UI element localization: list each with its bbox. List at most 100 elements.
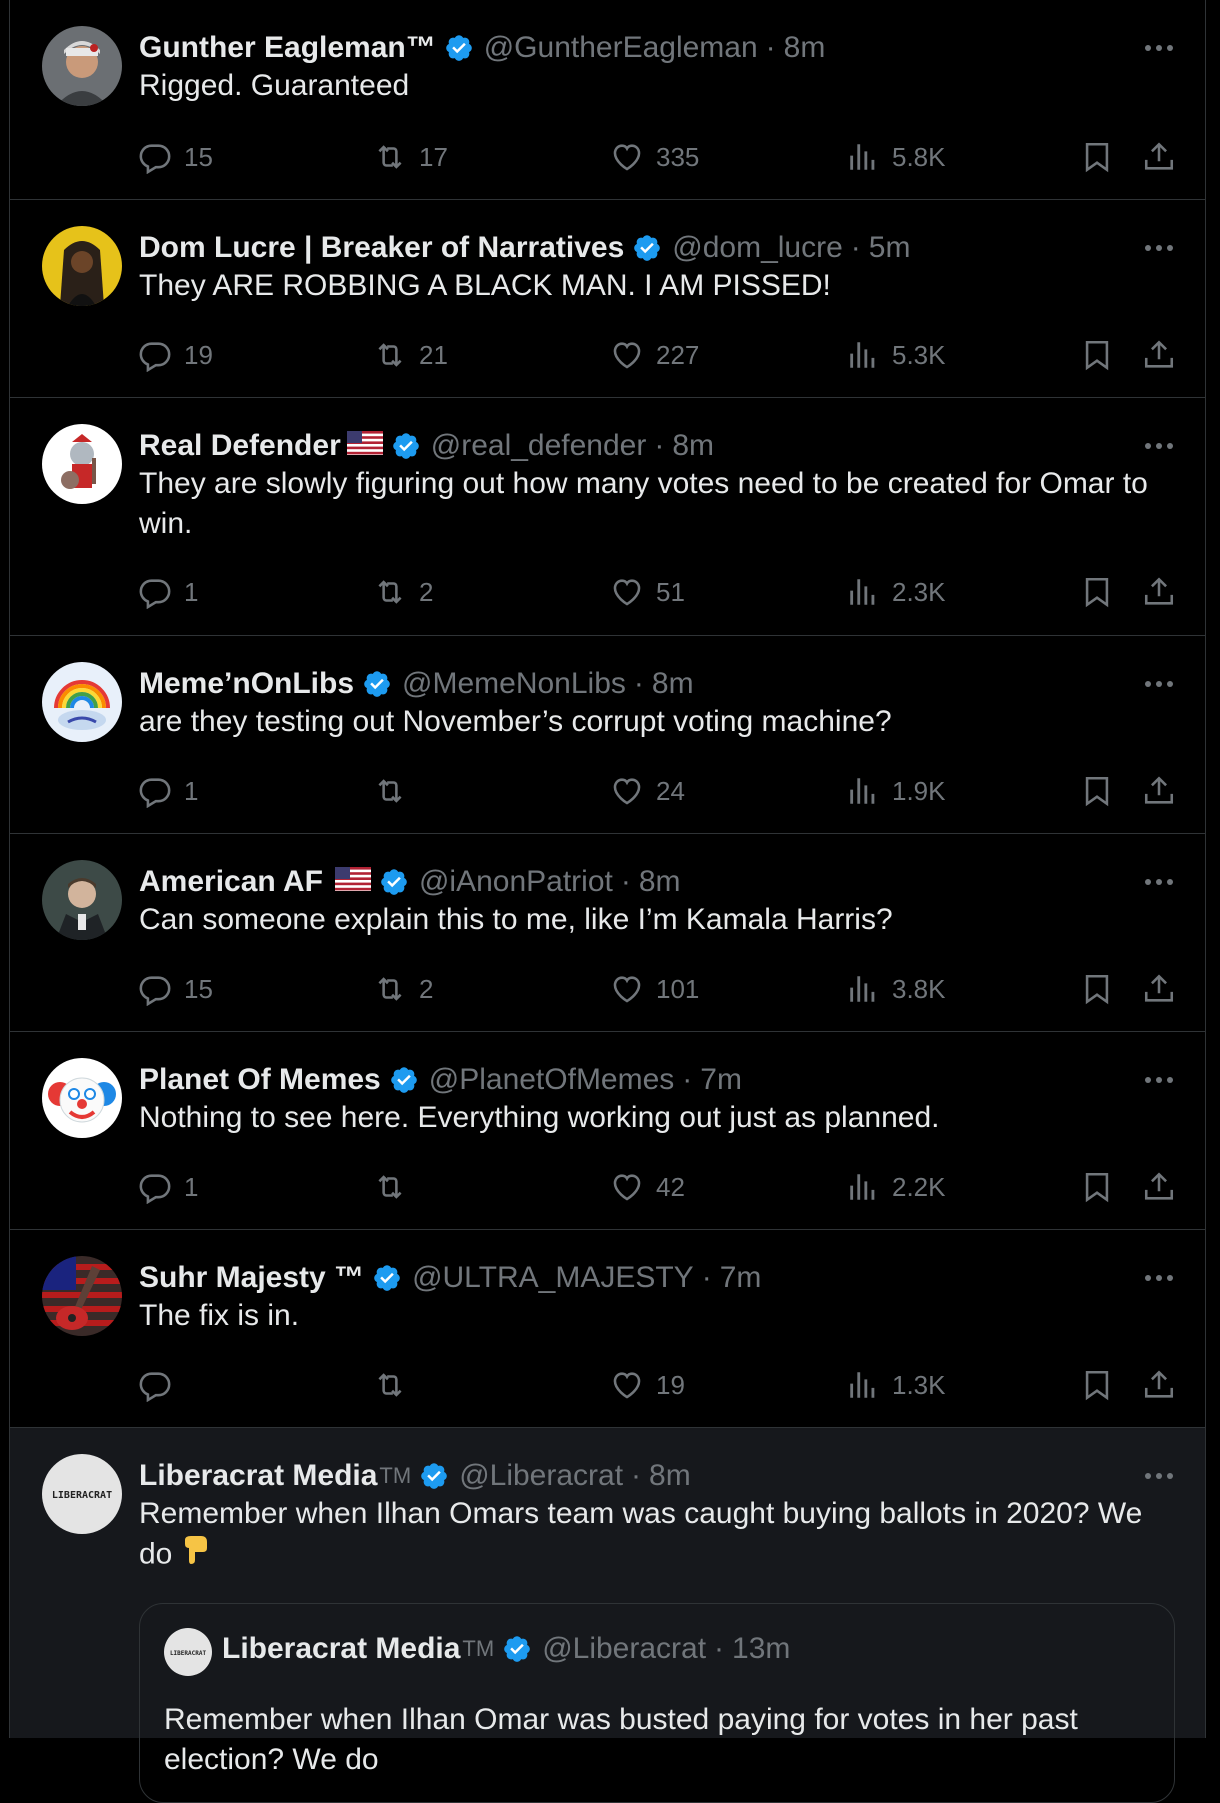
avatar[interactable]: [42, 226, 122, 306]
timestamp[interactable]: 8m: [639, 865, 681, 899]
share-button[interactable]: [1142, 137, 1188, 177]
timestamp[interactable]: 7m: [700, 1063, 742, 1097]
share-button[interactable]: [1142, 1167, 1188, 1207]
reply-button[interactable]: 1: [138, 771, 198, 811]
handle[interactable]: @ULTRA_MAJESTY: [412, 1261, 694, 1295]
handle[interactable]: @real_defender: [431, 429, 647, 463]
views-button[interactable]: 5.8K: [846, 137, 946, 177]
display-name[interactable]: Dom Lucre | Breaker of Narratives: [139, 231, 624, 265]
like-button[interactable]: 101: [610, 969, 699, 1009]
more-options-icon[interactable]: [1141, 428, 1177, 464]
handle[interactable]: @MemeNonLibs: [402, 667, 626, 701]
timestamp[interactable]: 7m: [720, 1261, 762, 1295]
views-button[interactable]: 1.9K: [846, 771, 946, 811]
display-name[interactable]: American AF: [139, 865, 323, 899]
share-button[interactable]: [1142, 335, 1188, 375]
views-icon: [850, 342, 875, 368]
separator: ·: [765, 31, 776, 64]
separator: ·: [682, 1063, 693, 1096]
bookmark-button[interactable]: [1080, 137, 1126, 177]
tweet[interactable]: Real Defender @real_defender · 8m They a…: [10, 398, 1205, 636]
quoted-tweet[interactable]: LIBERACRAT Liberacrat Media TM @Liberacr…: [139, 1603, 1175, 1803]
tweet[interactable]: Dom Lucre | Breaker of Narratives @dom_l…: [10, 200, 1205, 398]
share-button[interactable]: [1142, 1365, 1188, 1405]
more-options-icon[interactable]: [1141, 1062, 1177, 1098]
avatar[interactable]: LIBERACRAT: [164, 1628, 212, 1676]
timestamp[interactable]: 13m: [732, 1632, 790, 1666]
share-button[interactable]: [1142, 572, 1188, 612]
like-button[interactable]: 24: [610, 771, 685, 811]
retweet-button[interactable]: 21: [373, 335, 448, 375]
avatar[interactable]: [42, 662, 122, 742]
like-button[interactable]: 19: [610, 1365, 685, 1405]
avatar[interactable]: [42, 1058, 122, 1138]
views-button[interactable]: 2.3K: [846, 572, 946, 612]
display-name[interactable]: Liberacrat Media: [222, 1632, 460, 1666]
handle[interactable]: @iAnonPatriot: [419, 865, 613, 899]
reply-button[interactable]: 1: [138, 572, 198, 612]
like-button[interactable]: 51: [610, 572, 685, 612]
bookmark-icon: [1085, 1172, 1109, 1203]
retweet-button[interactable]: 2: [373, 572, 433, 612]
avatar[interactable]: [42, 26, 122, 106]
display-name[interactable]: Gunther Eagleman™: [139, 31, 436, 65]
retweet-button[interactable]: 17: [373, 137, 448, 177]
avatar[interactable]: [42, 424, 122, 504]
timestamp[interactable]: 5m: [869, 231, 911, 265]
timestamp[interactable]: 8m: [649, 1459, 691, 1493]
like-button[interactable]: 227: [610, 335, 699, 375]
timestamp[interactable]: 8m: [652, 667, 694, 701]
display-name[interactable]: Liberacrat Media: [139, 1459, 377, 1493]
more-options-icon[interactable]: [1141, 30, 1177, 66]
bookmark-button[interactable]: [1080, 771, 1126, 811]
more-options-icon[interactable]: [1141, 1260, 1177, 1296]
tweet-header: Liberacrat Media TM @Liberacrat · 8m: [139, 1458, 1145, 1494]
views-button[interactable]: 1.3K: [846, 1365, 946, 1405]
handle[interactable]: @Liberacrat: [459, 1459, 623, 1493]
display-name[interactable]: Real Defender: [139, 429, 341, 463]
share-button[interactable]: [1142, 771, 1188, 811]
reply-button[interactable]: 15: [138, 969, 213, 1009]
more-options-icon[interactable]: [1141, 1458, 1177, 1494]
more-options-icon[interactable]: [1141, 864, 1177, 900]
bookmark-button[interactable]: [1080, 572, 1126, 612]
retweet-button[interactable]: [373, 771, 419, 811]
timestamp[interactable]: 8m: [784, 31, 826, 65]
reply-button[interactable]: 15: [138, 137, 213, 177]
display-name[interactable]: Suhr Majesty ™: [139, 1261, 364, 1295]
handle[interactable]: @GuntherEagleman: [484, 31, 758, 65]
bookmark-button[interactable]: [1080, 1167, 1126, 1207]
share-button[interactable]: [1142, 969, 1188, 1009]
like-button[interactable]: 335: [610, 137, 699, 177]
tweet[interactable]: American AF @iAnonPatriot · 8m Can someo…: [10, 834, 1205, 1032]
display-name[interactable]: Planet Of Memes: [139, 1063, 381, 1097]
bookmark-button[interactable]: [1080, 969, 1126, 1009]
reply-button[interactable]: 1: [138, 1167, 198, 1207]
bookmark-button[interactable]: [1080, 335, 1126, 375]
handle[interactable]: @PlanetOfMemes: [429, 1063, 675, 1097]
handle[interactable]: @Liberacrat: [542, 1632, 706, 1666]
views-button[interactable]: 2.2K: [846, 1167, 946, 1207]
tweet[interactable]: Planet Of Memes @PlanetOfMemes · 7m Noth…: [10, 1032, 1205, 1230]
avatar[interactable]: LIBERACRAT: [42, 1454, 122, 1534]
more-options-icon[interactable]: [1141, 230, 1177, 266]
views-button[interactable]: 3.8K: [846, 969, 946, 1009]
views-button[interactable]: 5.3K: [846, 335, 946, 375]
action-bar: 1 2 51 2.3K: [10, 572, 1205, 612]
reply-button[interactable]: 19: [138, 335, 213, 375]
retweet-button[interactable]: [373, 1167, 419, 1207]
avatar[interactable]: [42, 860, 122, 940]
tweet[interactable]: Gunther Eagleman™ @GuntherEagleman · 8m …: [10, 0, 1205, 200]
avatar[interactable]: [42, 1256, 122, 1336]
bookmark-button[interactable]: [1080, 1365, 1126, 1405]
handle[interactable]: @dom_lucre: [672, 231, 843, 265]
tweet[interactable]: Suhr Majesty ™ @ULTRA_MAJESTY · 7m The f…: [10, 1230, 1205, 1428]
tweet[interactable]: Meme’nOnLibs @MemeNonLibs · 8m are they …: [10, 636, 1205, 834]
display-name[interactable]: Meme’nOnLibs: [139, 667, 354, 701]
retweet-button[interactable]: [373, 1365, 419, 1405]
more-options-icon[interactable]: [1141, 666, 1177, 702]
reply-button[interactable]: [138, 1365, 184, 1405]
retweet-button[interactable]: 2: [373, 969, 433, 1009]
like-button[interactable]: 42: [610, 1167, 685, 1207]
timestamp[interactable]: 8m: [672, 429, 714, 463]
